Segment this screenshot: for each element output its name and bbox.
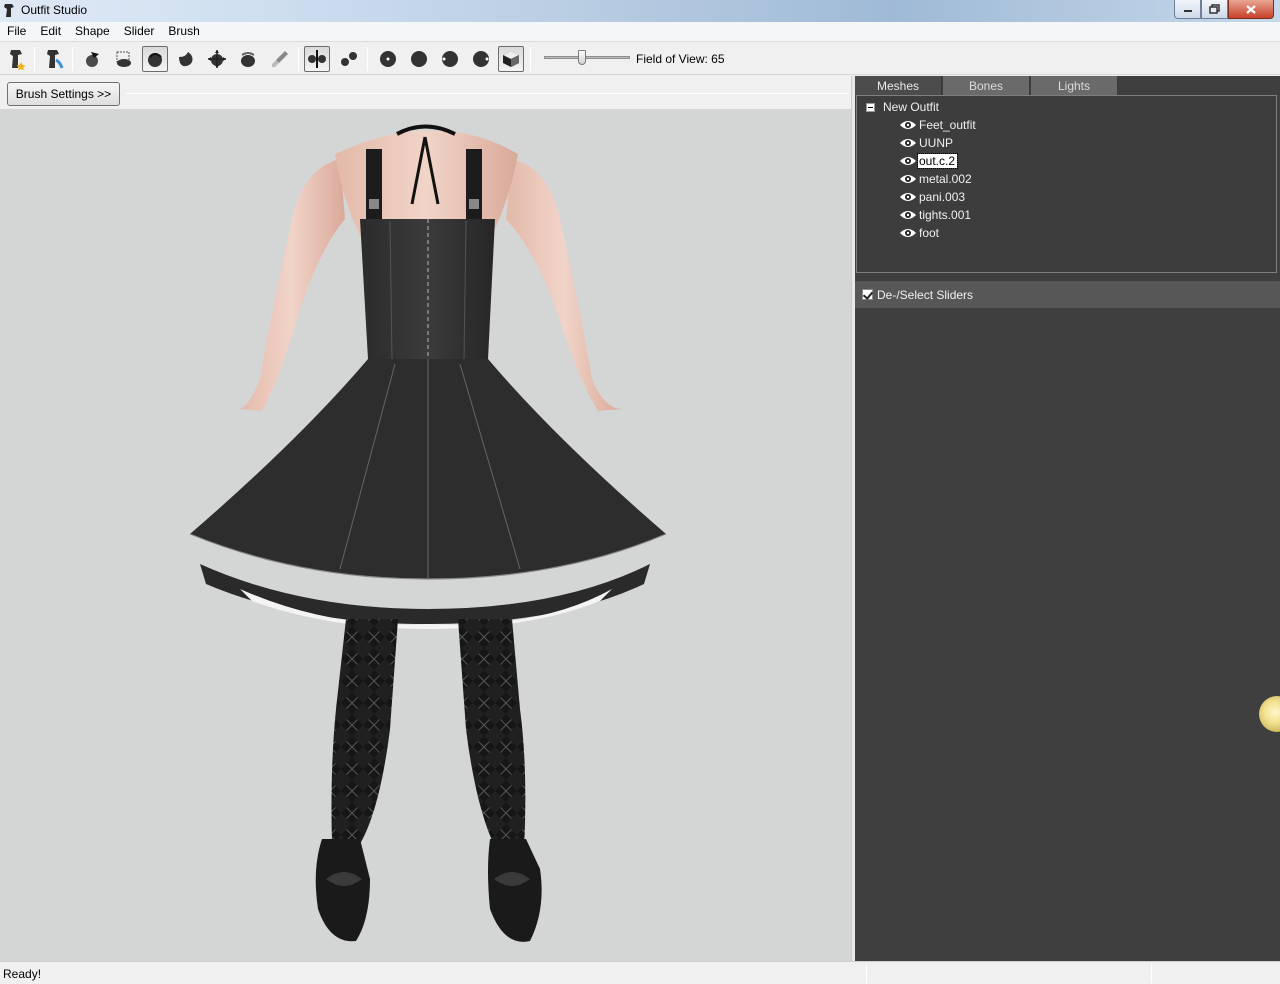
eye-icon[interactable] (899, 209, 917, 221)
toolbar-separator (34, 47, 35, 71)
title-bar: Outfit Studio (0, 0, 1280, 22)
eye-icon[interactable] (899, 191, 917, 203)
eye-icon[interactable] (899, 119, 917, 131)
inflate-brush-icon (148, 53, 162, 67)
status-text: Ready! (3, 967, 42, 981)
view-back-button[interactable] (406, 46, 432, 72)
fov-slider-track[interactable] (544, 56, 630, 59)
select-tool-button[interactable] (79, 46, 105, 72)
slider-header: De-/Select Sliders (855, 281, 1280, 308)
menu-edit[interactable]: Edit (33, 22, 68, 41)
select-sliders-checkbox[interactable] (862, 289, 873, 300)
mesh-item-label: Feet_outfit (919, 118, 976, 132)
brush-settings-divider (126, 93, 848, 94)
weight-paint-button[interactable] (267, 46, 293, 72)
status-separator (1151, 964, 1152, 983)
close-button[interactable] (1228, 0, 1274, 19)
menu-file[interactable]: File (0, 22, 33, 41)
mesh-tree[interactable]: New Outfit Feet_outfit UUNP out.c.2 meta… (856, 95, 1277, 273)
toolbar-separator (530, 47, 531, 71)
mesh-item-selected[interactable]: out.c.2 (899, 153, 959, 169)
tree-root-label: New Outfit (883, 100, 940, 114)
mask-icon (116, 51, 131, 67)
mesh-item[interactable]: foot (899, 225, 941, 241)
eye-icon[interactable] (899, 137, 917, 149)
menu-brush[interactable]: Brush (161, 22, 206, 41)
load-reference-icon (47, 50, 64, 69)
fov-slider-thumb[interactable] (578, 50, 586, 65)
mesh-item[interactable]: Feet_outfit (899, 117, 978, 133)
load-reference-button[interactable] (41, 46, 67, 72)
mesh-item-label: out.c.2 (916, 153, 959, 169)
view-left-icon (442, 51, 458, 67)
menu-shape[interactable]: Shape (68, 22, 117, 41)
tab-meshes[interactable]: Meshes (855, 76, 942, 95)
collapse-icon[interactable] (866, 102, 875, 112)
cube-icon (503, 51, 519, 67)
3d-viewport[interactable] (0, 109, 851, 961)
eye-icon[interactable] (899, 155, 917, 167)
mesh-item[interactable]: UUNP (899, 135, 955, 151)
paint-brush-icon (272, 51, 288, 67)
panel-tabs: Meshes Bones Lights (855, 76, 1280, 95)
restore-button[interactable] (1201, 0, 1228, 19)
toolbar-separator (72, 47, 73, 71)
mesh-item-label: UUNP (919, 136, 954, 150)
tree-root[interactable]: New Outfit (866, 100, 939, 114)
view-right-button[interactable] (468, 46, 494, 72)
brush-settings-button[interactable]: Brush Settings >> (7, 82, 120, 106)
x-mirror-button[interactable] (304, 46, 330, 72)
select-arrow-icon (86, 52, 99, 67)
view-left-button[interactable] (437, 46, 463, 72)
mesh-item-label: metal.002 (919, 172, 972, 186)
status-separator (866, 964, 867, 983)
light-orb-icon[interactable] (1259, 696, 1280, 732)
toolbar-separator (298, 47, 299, 71)
minimize-icon (1183, 10, 1192, 12)
mesh-item[interactable]: tights.001 (899, 207, 973, 223)
menu-bar: File Edit Shape Slider Brush (0, 22, 1280, 42)
connected-only-button[interactable] (336, 46, 362, 72)
character-model-render (189, 124, 667, 942)
smooth-brush-icon (241, 52, 255, 67)
perspective-button[interactable] (498, 46, 524, 72)
view-back-icon (411, 51, 427, 67)
move-brush-button[interactable] (204, 46, 230, 72)
deflate-brush-button[interactable] (173, 46, 199, 72)
tab-lights[interactable]: Lights (1031, 76, 1118, 95)
x-mirror-icon (308, 50, 326, 68)
inflate-brush-button[interactable] (142, 46, 168, 72)
restore-icon (1209, 4, 1220, 14)
window-title: Outfit Studio (21, 3, 88, 17)
mesh-item-label: tights.001 (919, 208, 972, 222)
eye-icon[interactable] (899, 227, 917, 239)
fov-label: Field of View: 65 (636, 52, 725, 66)
slider-list[interactable] (855, 308, 1280, 961)
new-project-icon (10, 50, 26, 70)
mesh-item[interactable]: pani.003 (899, 189, 967, 205)
mesh-item[interactable]: metal.002 (899, 171, 974, 187)
move-brush-icon (208, 50, 226, 68)
smooth-brush-button[interactable] (235, 46, 261, 72)
deflate-brush-icon (179, 52, 193, 67)
eye-icon[interactable] (899, 173, 917, 185)
view-right-icon (473, 51, 489, 67)
window-controls (1174, 0, 1274, 19)
app-icon (4, 4, 14, 17)
menu-slider[interactable]: Slider (117, 22, 162, 41)
toolbar-separator (367, 47, 368, 71)
connected-icon (341, 52, 357, 66)
view-front-icon (380, 51, 396, 67)
mesh-item-label: foot (919, 226, 940, 240)
mask-tool-button[interactable] (111, 46, 137, 72)
select-sliders-label: De-/Select Sliders (877, 287, 974, 302)
close-icon (1246, 4, 1256, 14)
tab-bones[interactable]: Bones (943, 76, 1030, 95)
mesh-item-label: pani.003 (919, 190, 966, 204)
minimize-button[interactable] (1174, 0, 1201, 19)
right-panel: Meshes Bones Lights New Outfit Feet_outf… (855, 76, 1280, 961)
status-bar: Ready! (0, 961, 1280, 984)
view-front-button[interactable] (375, 46, 401, 72)
new-project-button[interactable] (4, 46, 30, 72)
